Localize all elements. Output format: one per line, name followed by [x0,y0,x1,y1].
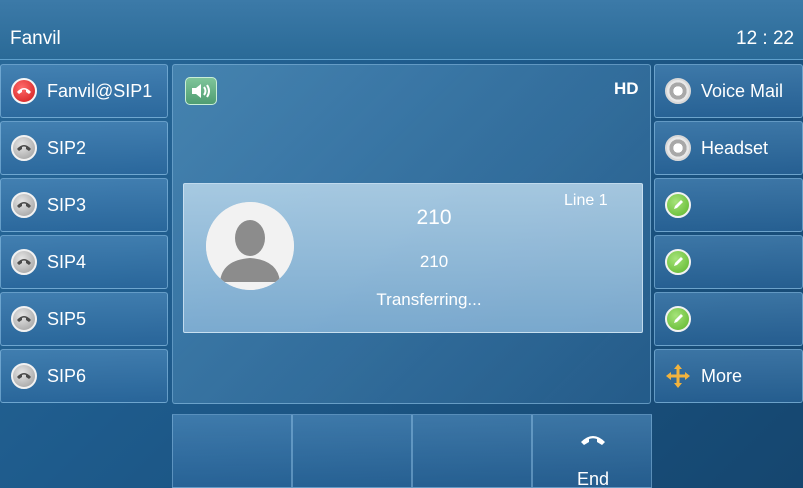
hd-badge: HD [614,79,639,98]
softkey-3[interactable] [412,414,532,488]
line-key-sip3[interactable]: SIP3 [0,178,168,232]
line-key-label: Fanvil@SIP1 [47,80,153,101]
call-panel: HD Line 1 210 210 Transferring... [172,64,651,404]
left-line-keys: Fanvil@SIP1 SIP2 SIP3 SIP4 SIP5 SIP6 [0,64,168,406]
dsskey-headset[interactable]: Headset [654,121,803,175]
speaker-icon [185,77,217,105]
end-call-button[interactable]: End [532,414,652,488]
line-key-label: SIP3 [47,194,87,215]
phone-gray-icon [11,249,37,275]
softkey-bar: End [172,414,652,488]
end-call-label: End [576,469,610,488]
dsskey-label: Headset [701,137,769,158]
call-status: Transferring... [376,290,482,309]
radio-icon [665,135,691,161]
phone-gray-icon [11,135,37,161]
softkey-1[interactable] [172,414,292,488]
phone-gray-icon [11,363,37,389]
dsskey-label: More [701,365,743,386]
active-call-card[interactable]: Line 1 210 210 Transferring... [183,183,643,333]
phone-gray-icon [11,192,37,218]
phone-gray-icon [11,306,37,332]
caller-name: 210 [416,206,452,229]
clock: 12 : 22 [736,28,795,49]
edit-green-icon [665,192,691,218]
dsskey-empty-3[interactable] [654,292,803,346]
dsskey-empty-2[interactable] [654,235,803,289]
line-key-label: SIP2 [47,137,87,158]
brand-label: Fanvil [10,28,61,49]
move-arrows-icon [665,363,691,389]
dsskey-label: Voice Mail [701,80,784,101]
line-key-sip1[interactable]: Fanvil@SIP1 [0,64,168,118]
right-function-keys: Voice Mail Headset More [654,64,803,406]
phone-red-icon [11,78,37,104]
line-key-sip6[interactable]: SIP6 [0,349,168,403]
status-bar: Fanvil 12 : 22 [0,0,803,60]
dsskey-voice-mail[interactable]: Voice Mail [654,64,803,118]
line-key-sip2[interactable]: SIP2 [0,121,168,175]
hang-up-icon [581,436,605,445]
edit-green-icon [665,306,691,332]
caller-number: 210 [419,252,449,271]
edit-green-icon [665,249,691,275]
line-key-label: SIP6 [47,365,87,386]
line-key-sip5[interactable]: SIP5 [0,292,168,346]
softkey-2[interactable] [292,414,412,488]
dsskey-empty-1[interactable] [654,178,803,232]
line-key-sip4[interactable]: SIP4 [0,235,168,289]
line-key-label: SIP4 [47,251,87,272]
dsskey-more[interactable]: More [654,349,803,403]
line-key-label: SIP5 [47,308,87,329]
radio-icon [665,78,691,104]
